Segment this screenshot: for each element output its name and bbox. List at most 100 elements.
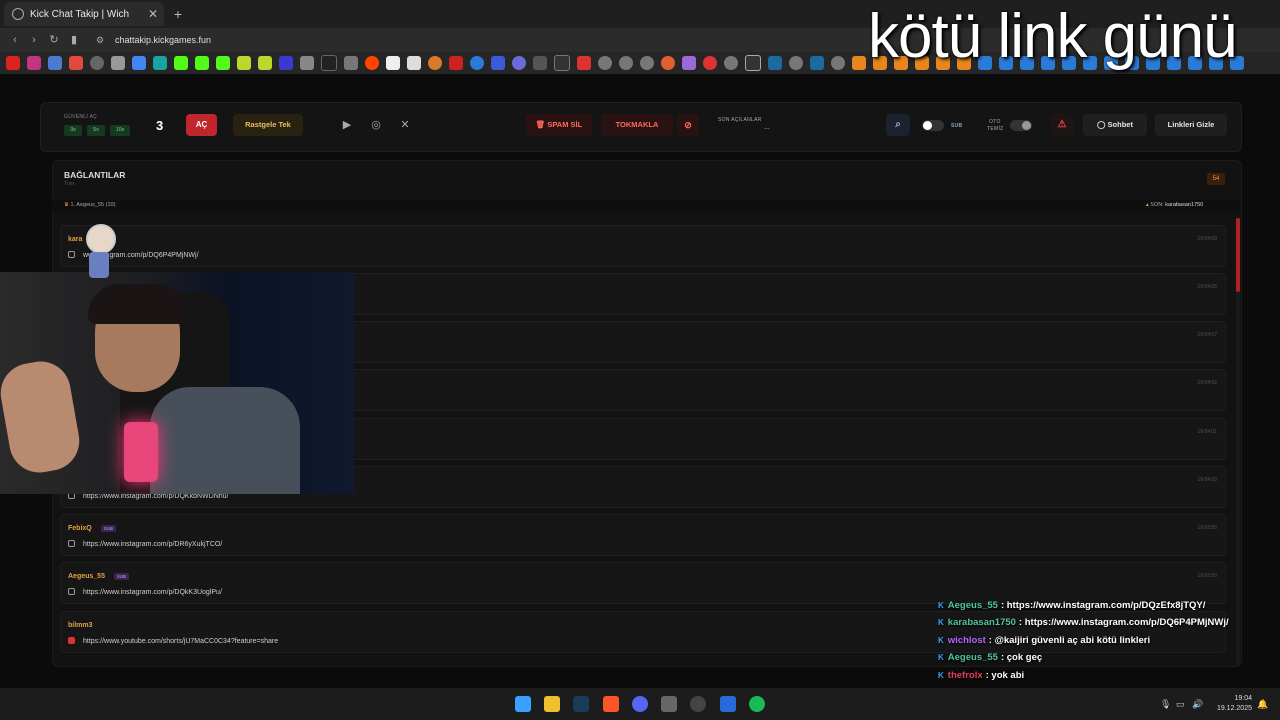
bookmark-icon[interactable] bbox=[703, 56, 717, 70]
x-icon[interactable] bbox=[321, 55, 337, 71]
back-icon[interactable]: ‹ bbox=[8, 32, 22, 48]
url-field[interactable]: chattakip.kickgames.fun bbox=[115, 34, 211, 46]
steam-icon[interactable] bbox=[768, 56, 782, 70]
auto-clean-toggle[interactable] bbox=[1010, 120, 1032, 131]
scrollbar-thumb[interactable] bbox=[1236, 218, 1240, 292]
bookmark-icon[interactable] bbox=[48, 56, 62, 70]
app-icon[interactable] bbox=[661, 696, 677, 712]
globe-icon[interactable] bbox=[598, 56, 612, 70]
link-username[interactable]: FebixQ bbox=[68, 525, 92, 532]
link-url[interactable]: https://www.instagram.com/p/DQkK3UoglPu/ bbox=[83, 589, 222, 596]
bookmark-icon[interactable] bbox=[279, 56, 293, 70]
chat-text: : çok geç bbox=[1000, 652, 1043, 664]
globe-icon[interactable] bbox=[90, 56, 104, 70]
link-time: 19:03:50 bbox=[1197, 573, 1217, 579]
hide-links-button[interactable]: Linkleri Gizle bbox=[1155, 114, 1227, 136]
forward-icon[interactable]: › bbox=[27, 32, 41, 48]
bookmark-icon[interactable] bbox=[69, 56, 83, 70]
link-url[interactable]: https://www.youtube.com/shorts/jU7MaCC0C… bbox=[83, 638, 278, 645]
open-count[interactable]: 3 bbox=[156, 118, 163, 133]
file-explorer-icon[interactable] bbox=[544, 696, 560, 712]
bookmark-icon[interactable] bbox=[407, 56, 421, 70]
link-username[interactable]: Aegeus_55 bbox=[68, 573, 105, 580]
drive-icon[interactable] bbox=[132, 56, 146, 70]
kick-icon[interactable] bbox=[174, 56, 188, 70]
link-url[interactable]: https://www.instagram.com/p/DR6yXukjTCO/ bbox=[83, 541, 222, 548]
bookmark-icon[interactable] bbox=[682, 56, 696, 70]
bookmark-icon[interactable] bbox=[470, 56, 484, 70]
youtube-icon[interactable]: ▶ bbox=[339, 117, 355, 133]
mic-icon[interactable]: 🎙 bbox=[1160, 699, 1171, 710]
bookmark-icon[interactable] bbox=[258, 56, 272, 70]
windows-start-icon[interactable] bbox=[515, 696, 531, 712]
clock-time[interactable]: 19:04 bbox=[1230, 695, 1252, 702]
link-time: 19:04:01 bbox=[1197, 429, 1217, 435]
sub-toggle[interactable] bbox=[922, 120, 944, 131]
bookmark-icon[interactable] bbox=[491, 56, 505, 70]
browser-tab[interactable]: Kick Chat Takip | Wich ✕ bbox=[4, 2, 164, 26]
notification-icon[interactable]: 🔔 bbox=[1257, 699, 1268, 710]
bookmark-icon[interactable] bbox=[661, 56, 675, 70]
avatar-sticker bbox=[80, 224, 116, 294]
obs-icon[interactable] bbox=[690, 696, 706, 712]
network-icon[interactable]: ▭ bbox=[1176, 699, 1185, 710]
spam-delete-button[interactable]: 🗑 SPAM SİL bbox=[526, 114, 592, 136]
bookmark-icon[interactable] bbox=[111, 56, 125, 70]
steam-icon[interactable] bbox=[810, 56, 824, 70]
site-info-icon[interactable]: ⚙ bbox=[96, 35, 106, 45]
chat-button[interactable]: ◯ Sohbet bbox=[1083, 114, 1147, 136]
open-button[interactable]: AÇ bbox=[186, 114, 217, 136]
globe-icon[interactable] bbox=[619, 56, 633, 70]
bookmark-icon[interactable] bbox=[852, 56, 866, 70]
brave-browser-icon[interactable] bbox=[603, 696, 619, 712]
steam-icon[interactable] bbox=[573, 696, 589, 712]
multiplier-5x[interactable]: 5x bbox=[87, 125, 105, 136]
close-tab-icon[interactable]: ✕ bbox=[146, 7, 160, 21]
link-url[interactable]: https://www.instagram.com/p/DQKkbNWDNhu/ bbox=[83, 493, 229, 500]
bookmark-icon[interactable] bbox=[237, 56, 251, 70]
clock-date[interactable]: 19.12.2025 bbox=[1210, 705, 1252, 712]
bookmark-icon[interactable] bbox=[6, 56, 20, 70]
bookmark-icon[interactable] bbox=[512, 56, 526, 70]
bookmark-icon[interactable] bbox=[428, 56, 442, 70]
bookmark-icon[interactable] bbox=[449, 56, 463, 70]
bookmark-icon[interactable] bbox=[577, 56, 591, 70]
bookmark-icon[interactable] bbox=[533, 56, 547, 70]
kick-icon[interactable] bbox=[216, 56, 230, 70]
globe-icon[interactable] bbox=[640, 56, 654, 70]
block-icon[interactable]: ⊘ bbox=[677, 114, 699, 136]
globe-icon[interactable] bbox=[831, 56, 845, 70]
x-icon[interactable]: ✕ bbox=[397, 117, 413, 133]
link-row[interactable]: karaSUBww.instagram.com/p/DQ6P4PMjNWj/19… bbox=[60, 225, 1226, 267]
new-tab-button[interactable]: + bbox=[170, 4, 186, 24]
search-icon[interactable]: ⌕ bbox=[886, 114, 910, 136]
app-icon[interactable] bbox=[720, 696, 736, 712]
link-row[interactable]: FebixQ SUB https://www.instagram.com/p/DR6… bbox=[60, 514, 1226, 556]
instagram-icon[interactable] bbox=[27, 56, 41, 70]
discord-icon[interactable] bbox=[632, 696, 648, 712]
bookmark-icon[interactable] bbox=[386, 56, 400, 70]
globe-icon[interactable] bbox=[724, 56, 738, 70]
chat-text: : https://www.instagram.com/p/DQ6P4PMjNW… bbox=[1018, 617, 1229, 629]
link-username[interactable]: bilmm3 bbox=[68, 622, 93, 629]
multiplier-3x[interactable]: 3x bbox=[64, 125, 82, 136]
bookmark-icon[interactable] bbox=[300, 56, 314, 70]
multiplier-10x[interactable]: 10x bbox=[110, 125, 130, 136]
hammer-button[interactable]: TOKMAKLA bbox=[601, 114, 673, 136]
bookmark-icon[interactable] bbox=[344, 56, 358, 70]
kick-icon[interactable] bbox=[195, 56, 209, 70]
bookmark-icon[interactable]: ▮ bbox=[67, 32, 81, 48]
globe-icon[interactable] bbox=[789, 56, 803, 70]
sub-toggle-label: SUB bbox=[951, 123, 963, 129]
warning-icon[interactable]: ⚠ bbox=[1050, 114, 1074, 136]
bookmark-icon[interactable] bbox=[153, 56, 167, 70]
spotify-icon[interactable] bbox=[749, 696, 765, 712]
instagram-icon[interactable]: ◎ bbox=[368, 117, 384, 133]
instagram-icon bbox=[68, 540, 75, 547]
reddit-icon[interactable] bbox=[365, 56, 379, 70]
bookmark-icon[interactable] bbox=[554, 55, 570, 71]
random-button[interactable]: Rastgele Tek bbox=[233, 114, 303, 136]
volume-icon[interactable]: 🔊 bbox=[1192, 699, 1203, 710]
folder-icon[interactable] bbox=[745, 55, 761, 71]
reload-icon[interactable]: ↻ bbox=[47, 32, 61, 48]
